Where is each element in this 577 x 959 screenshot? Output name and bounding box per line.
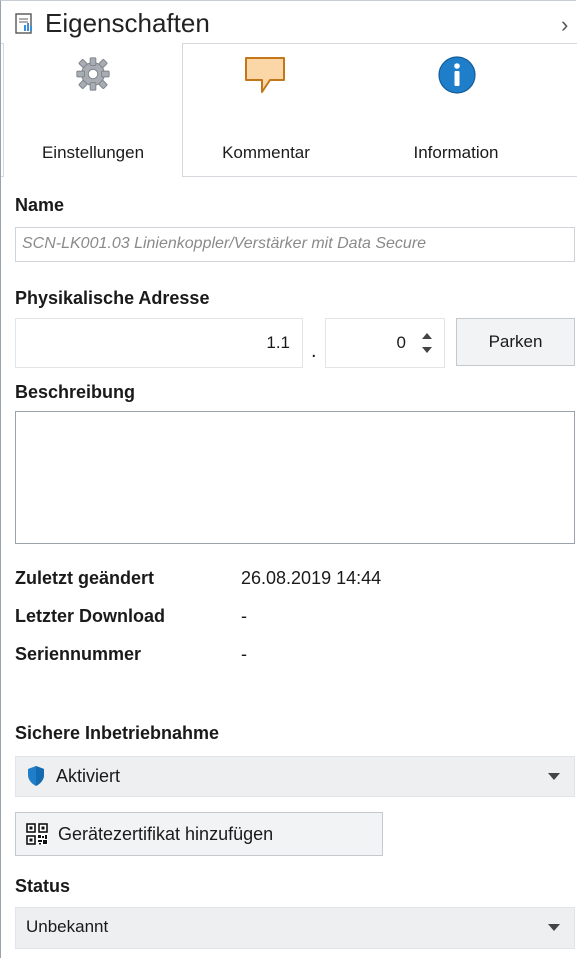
description-textarea[interactable]: [15, 411, 575, 544]
name-field[interactable]: SCN-LK001.03 Linienkoppler/Verstärker mi…: [15, 227, 575, 262]
properties-panel: Eigenschaften › Einstellungen Kommentar …: [0, 0, 577, 958]
device-address-stepper[interactable]: 0: [325, 318, 445, 368]
gear-icon: [76, 57, 110, 91]
shield-icon: [28, 766, 44, 786]
status-select[interactable]: Unbekannt: [15, 907, 575, 949]
qr-code-icon: [26, 823, 48, 845]
properties-icon: [15, 13, 32, 34]
tab-kommentar[interactable]: Kommentar: [191, 43, 341, 173]
tab-einstellungen[interactable]: Einstellungen: [3, 43, 183, 177]
line-address-field[interactable]: 1.1: [15, 318, 303, 368]
secure-commissioning-label: Sichere Inbetriebnahme: [15, 723, 220, 743]
name-label: Name: [15, 195, 65, 215]
status-value: Unbekannt: [26, 917, 109, 936]
address-separator: .: [311, 340, 317, 362]
serial-number-label: Seriennummer: [15, 644, 142, 664]
add-certificate-label: Gerätezertifikat hinzufügen: [58, 824, 274, 844]
tab-information[interactable]: Information: [376, 43, 536, 173]
collapse-chevron-icon[interactable]: ›: [561, 12, 568, 38]
address-label: Physikalische Adresse: [15, 288, 210, 308]
park-button[interactable]: Parken: [456, 318, 575, 366]
tab-label: Information: [413, 143, 499, 162]
secure-commissioning-value: Aktiviert: [56, 766, 121, 786]
line-address-value: 1.1: [266, 333, 290, 352]
last-download-value: -: [241, 606, 247, 626]
last-modified-label: Zuletzt geändert: [15, 568, 155, 588]
tab-bar: Einstellungen Kommentar Information: [1, 43, 577, 177]
last-modified-value: 26.08.2019 14:44: [241, 568, 382, 588]
panel-header: Eigenschaften ›: [1, 1, 577, 44]
panel-title: Eigenschaften: [45, 8, 210, 38]
info-icon: [438, 56, 476, 94]
description-label: Beschreibung: [15, 382, 136, 402]
device-address-value: 0: [396, 333, 406, 352]
tab-label: Einstellungen: [41, 143, 145, 162]
chevron-down-icon: [548, 773, 560, 780]
name-value: SCN-LK001.03 Linienkoppler/Verstärker mi…: [22, 235, 427, 252]
status-label: Status: [15, 876, 71, 896]
spinner-arrows-icon[interactable]: [420, 330, 434, 356]
tab-label: Kommentar: [222, 143, 310, 162]
last-download-label: Letzter Download: [15, 606, 166, 626]
secure-commissioning-select[interactable]: Aktiviert: [15, 756, 575, 797]
add-certificate-button[interactable]: Gerätezertifikat hinzufügen: [15, 812, 383, 856]
chevron-down-icon: [548, 924, 560, 931]
serial-number-value: -: [241, 644, 247, 664]
comment-icon: [245, 57, 285, 93]
